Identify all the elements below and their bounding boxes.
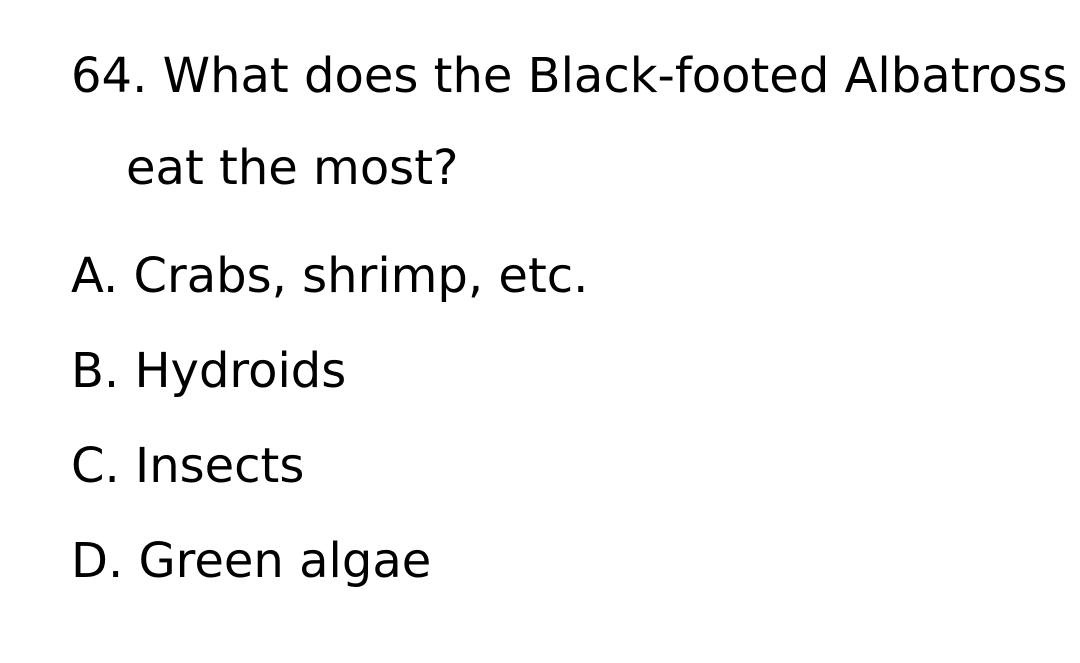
- option-c: C. Insects: [71, 419, 588, 514]
- option-text: Hydroids: [134, 343, 347, 399]
- option-letter: D.: [71, 533, 124, 589]
- option-text: Crabs, shrimp, etc.: [133, 248, 589, 304]
- question: 64. What does the Black-footed Albatross…: [71, 30, 1067, 214]
- option-b: B. Hydroids: [71, 324, 588, 419]
- option-letter: B.: [71, 343, 120, 399]
- option-text: Insects: [135, 438, 305, 494]
- option-text: Green algae: [138, 533, 432, 589]
- option-letter: A.: [71, 248, 119, 304]
- option-d: D. Green algae: [71, 514, 588, 609]
- question-text-line-2: eat the most?: [126, 140, 459, 196]
- answer-options: A. Crabs, shrimp, etc. B. Hydroids C. In…: [71, 229, 588, 609]
- question-number: 64.: [71, 48, 148, 104]
- option-letter: C.: [71, 438, 120, 494]
- option-a: A. Crabs, shrimp, etc.: [71, 229, 588, 324]
- question-line-1: 64. What does the Black-footed Albatross: [71, 30, 1067, 122]
- question-text-line-1: What does the Black-footed Albatross: [162, 48, 1068, 104]
